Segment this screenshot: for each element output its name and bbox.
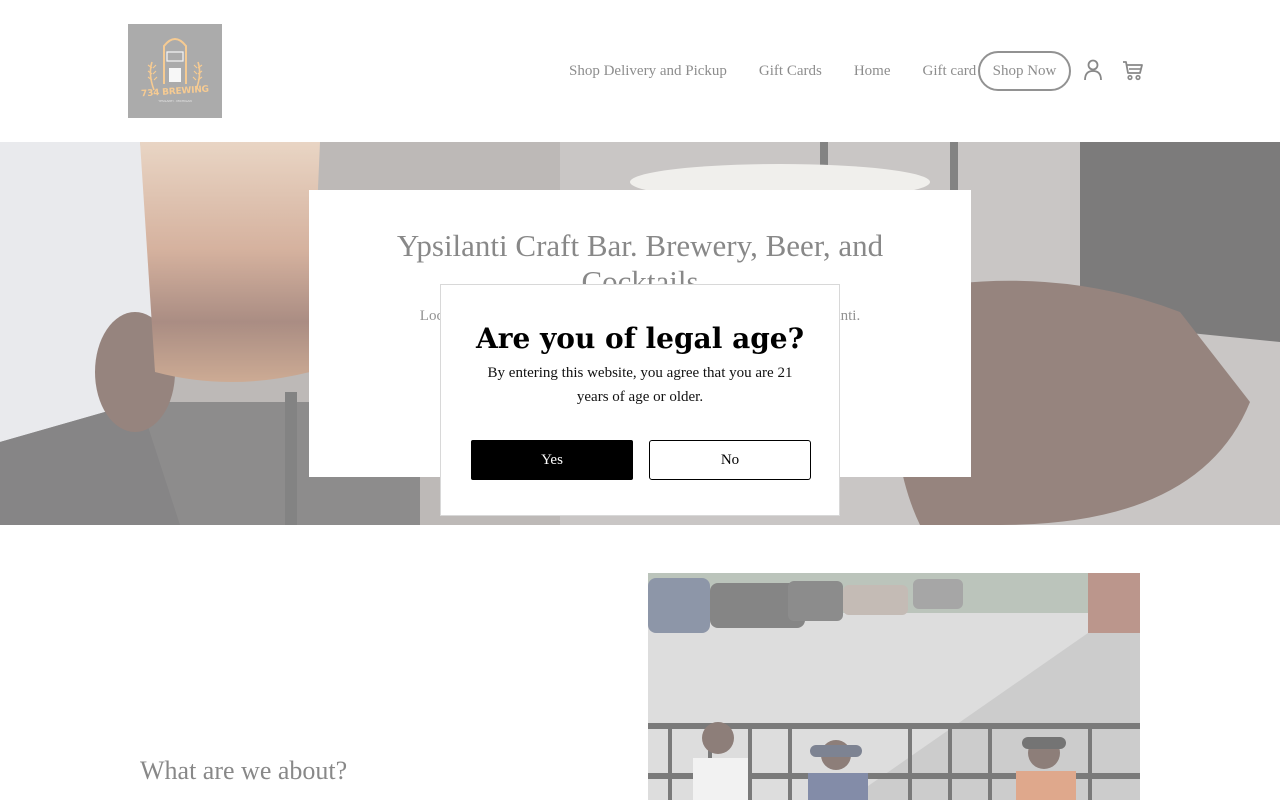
- age-modal-message: By entering this website, you agree that…: [487, 365, 793, 405]
- age-modal-title: Are you of legal age?: [475, 322, 805, 355]
- age-no-button[interactable]: No: [649, 440, 811, 480]
- age-yes-button[interactable]: Yes: [471, 440, 633, 480]
- age-verification-modal: Are you of legal age? By entering this w…: [440, 284, 840, 516]
